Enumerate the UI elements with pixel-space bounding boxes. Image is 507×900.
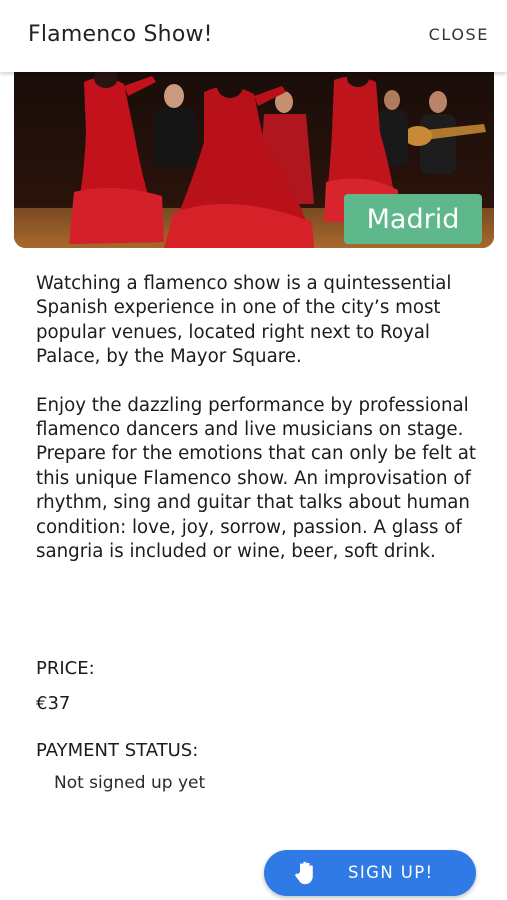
hand-icon	[294, 861, 316, 889]
sign-up-button[interactable]: SIGN UP!	[264, 850, 476, 896]
close-button[interactable]: CLOSE	[429, 25, 489, 44]
app-header: Flamenco Show! CLOSE	[0, 0, 507, 72]
sign-up-label: SIGN UP!	[348, 863, 434, 882]
payment-status-label: PAYMENT STATUS:	[36, 740, 199, 761]
event-description: Watching a flamenco show is a quintessen…	[36, 272, 486, 564]
description-paragraph: Watching a flamenco show is a quintessen…	[36, 273, 452, 368]
event-hero-image: Madrid	[14, 72, 494, 248]
page-title: Flamenco Show!	[28, 22, 213, 47]
price-label: PRICE:	[36, 658, 95, 679]
description-paragraph: Enjoy the dazzling performance by profes…	[36, 394, 476, 563]
city-badge: Madrid	[344, 194, 482, 244]
payment-status-value: Not signed up yet	[54, 773, 206, 793]
price-value: €37	[36, 693, 71, 714]
